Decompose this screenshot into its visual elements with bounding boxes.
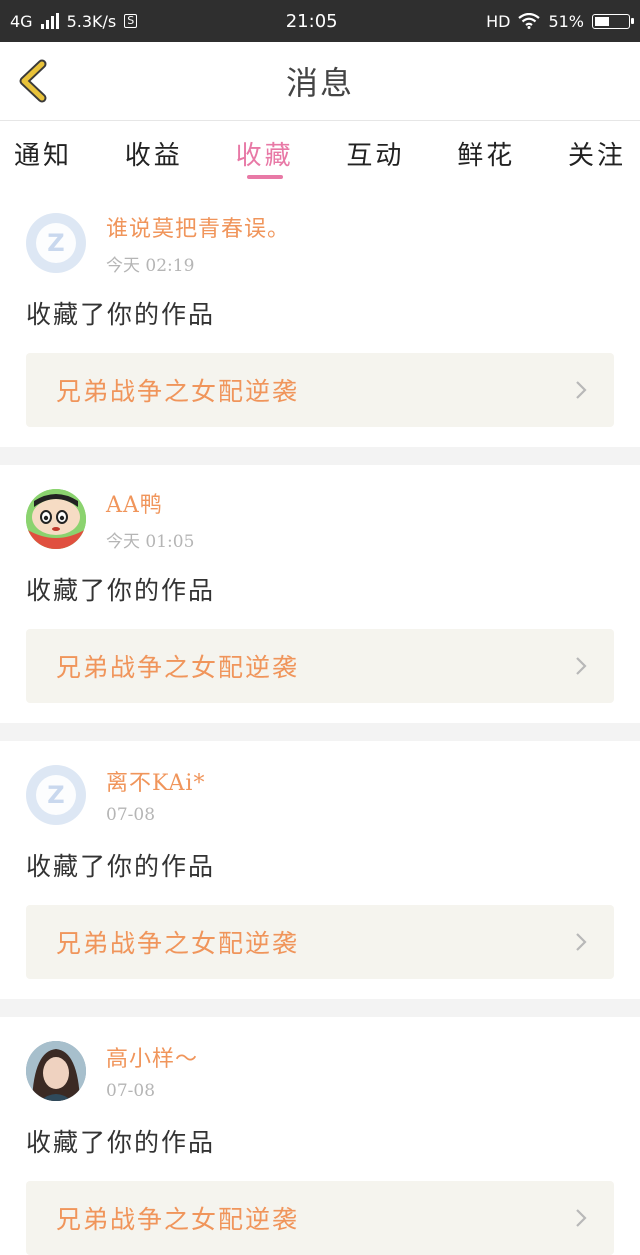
tab-favorites[interactable]: 收藏 (236, 121, 294, 175)
network-speed: 5.3K/s (66, 11, 117, 31)
work-link[interactable]: 兄弟战争之女配逆袭 (26, 1181, 614, 1255)
chevron-right-icon (576, 1209, 587, 1227)
username[interactable]: 高小样～ (106, 1041, 198, 1073)
chevron-right-icon (576, 657, 587, 675)
tab-follow[interactable]: 关注 (568, 121, 626, 175)
message-list: Z 谁说莫把青春误。 今天 02:19 收藏了你的作品 兄弟战争之女配逆袭 AA… (0, 189, 640, 1255)
battery-icon (592, 13, 634, 29)
work-title: 兄弟战争之女配逆袭 (56, 653, 300, 682)
username[interactable]: 离不KAi* (106, 765, 205, 797)
chevron-right-icon (576, 933, 587, 951)
tab-bar: 通知 收益 收藏 互动 鲜花 关注 (0, 121, 640, 189)
cartoon-avatar-icon[interactable] (26, 489, 86, 549)
app-header: 消息 (0, 42, 640, 121)
photo-avatar-icon[interactable] (26, 1041, 86, 1101)
action-text: 收藏了你的作品 (26, 852, 216, 881)
list-item: Z 离不KAi* 07-08 收藏了你的作品 兄弟战争之女配逆袭 (0, 741, 640, 1017)
wifi-icon (518, 13, 541, 29)
divider (0, 999, 640, 1017)
timestamp: 今天 02:19 (106, 255, 195, 276)
page-title: 消息 (285, 64, 354, 102)
tab-earnings[interactable]: 收益 (125, 121, 183, 175)
timestamp: 07-08 (106, 1081, 156, 1101)
list-item: AA鸭 今天 01:05 收藏了你的作品 兄弟战争之女配逆袭 (0, 465, 640, 741)
default-avatar-icon[interactable]: Z (26, 213, 86, 273)
status-bar: 4G 5.3K/s S 21:05 HD 51% (0, 0, 640, 42)
s-badge-icon: S (124, 14, 138, 28)
divider (0, 723, 640, 741)
work-link[interactable]: 兄弟战争之女配逆袭 (26, 353, 614, 427)
divider (0, 447, 640, 465)
tab-notice[interactable]: 通知 (14, 121, 72, 175)
hd-label: HD (486, 11, 511, 31)
tab-flowers[interactable]: 鲜花 (457, 121, 515, 175)
username[interactable]: 谁说莫把青春误。 (106, 211, 290, 243)
svg-text:Z: Z (47, 229, 64, 257)
tab-interaction[interactable]: 互动 (346, 121, 404, 175)
username[interactable]: AA鸭 (106, 487, 194, 519)
action-text: 收藏了你的作品 (26, 300, 216, 329)
svg-text:Z: Z (47, 781, 64, 809)
battery-percent: 51% (548, 11, 584, 31)
action-text: 收藏了你的作品 (26, 576, 216, 605)
work-title: 兄弟战争之女配逆袭 (56, 929, 300, 958)
timestamp: 今天 01:05 (106, 531, 195, 552)
list-item: Z 谁说莫把青春误。 今天 02:19 收藏了你的作品 兄弟战争之女配逆袭 (0, 189, 640, 465)
work-title: 兄弟战争之女配逆袭 (56, 377, 300, 406)
back-chevron-icon[interactable] (14, 58, 54, 104)
timestamp: 07-08 (106, 805, 156, 825)
network-type: 4G (10, 11, 33, 31)
work-title: 兄弟战争之女配逆袭 (56, 1205, 300, 1234)
work-link[interactable]: 兄弟战争之女配逆袭 (26, 629, 614, 703)
clock: 21:05 (285, 10, 338, 32)
list-item: 高小样～ 07-08 收藏了你的作品 兄弟战争之女配逆袭 (0, 1017, 640, 1255)
chevron-right-icon (576, 381, 587, 399)
work-link[interactable]: 兄弟战争之女配逆袭 (26, 905, 614, 979)
action-text: 收藏了你的作品 (26, 1128, 216, 1157)
default-avatar-icon[interactable]: Z (26, 765, 86, 825)
signal-icon (40, 13, 59, 29)
